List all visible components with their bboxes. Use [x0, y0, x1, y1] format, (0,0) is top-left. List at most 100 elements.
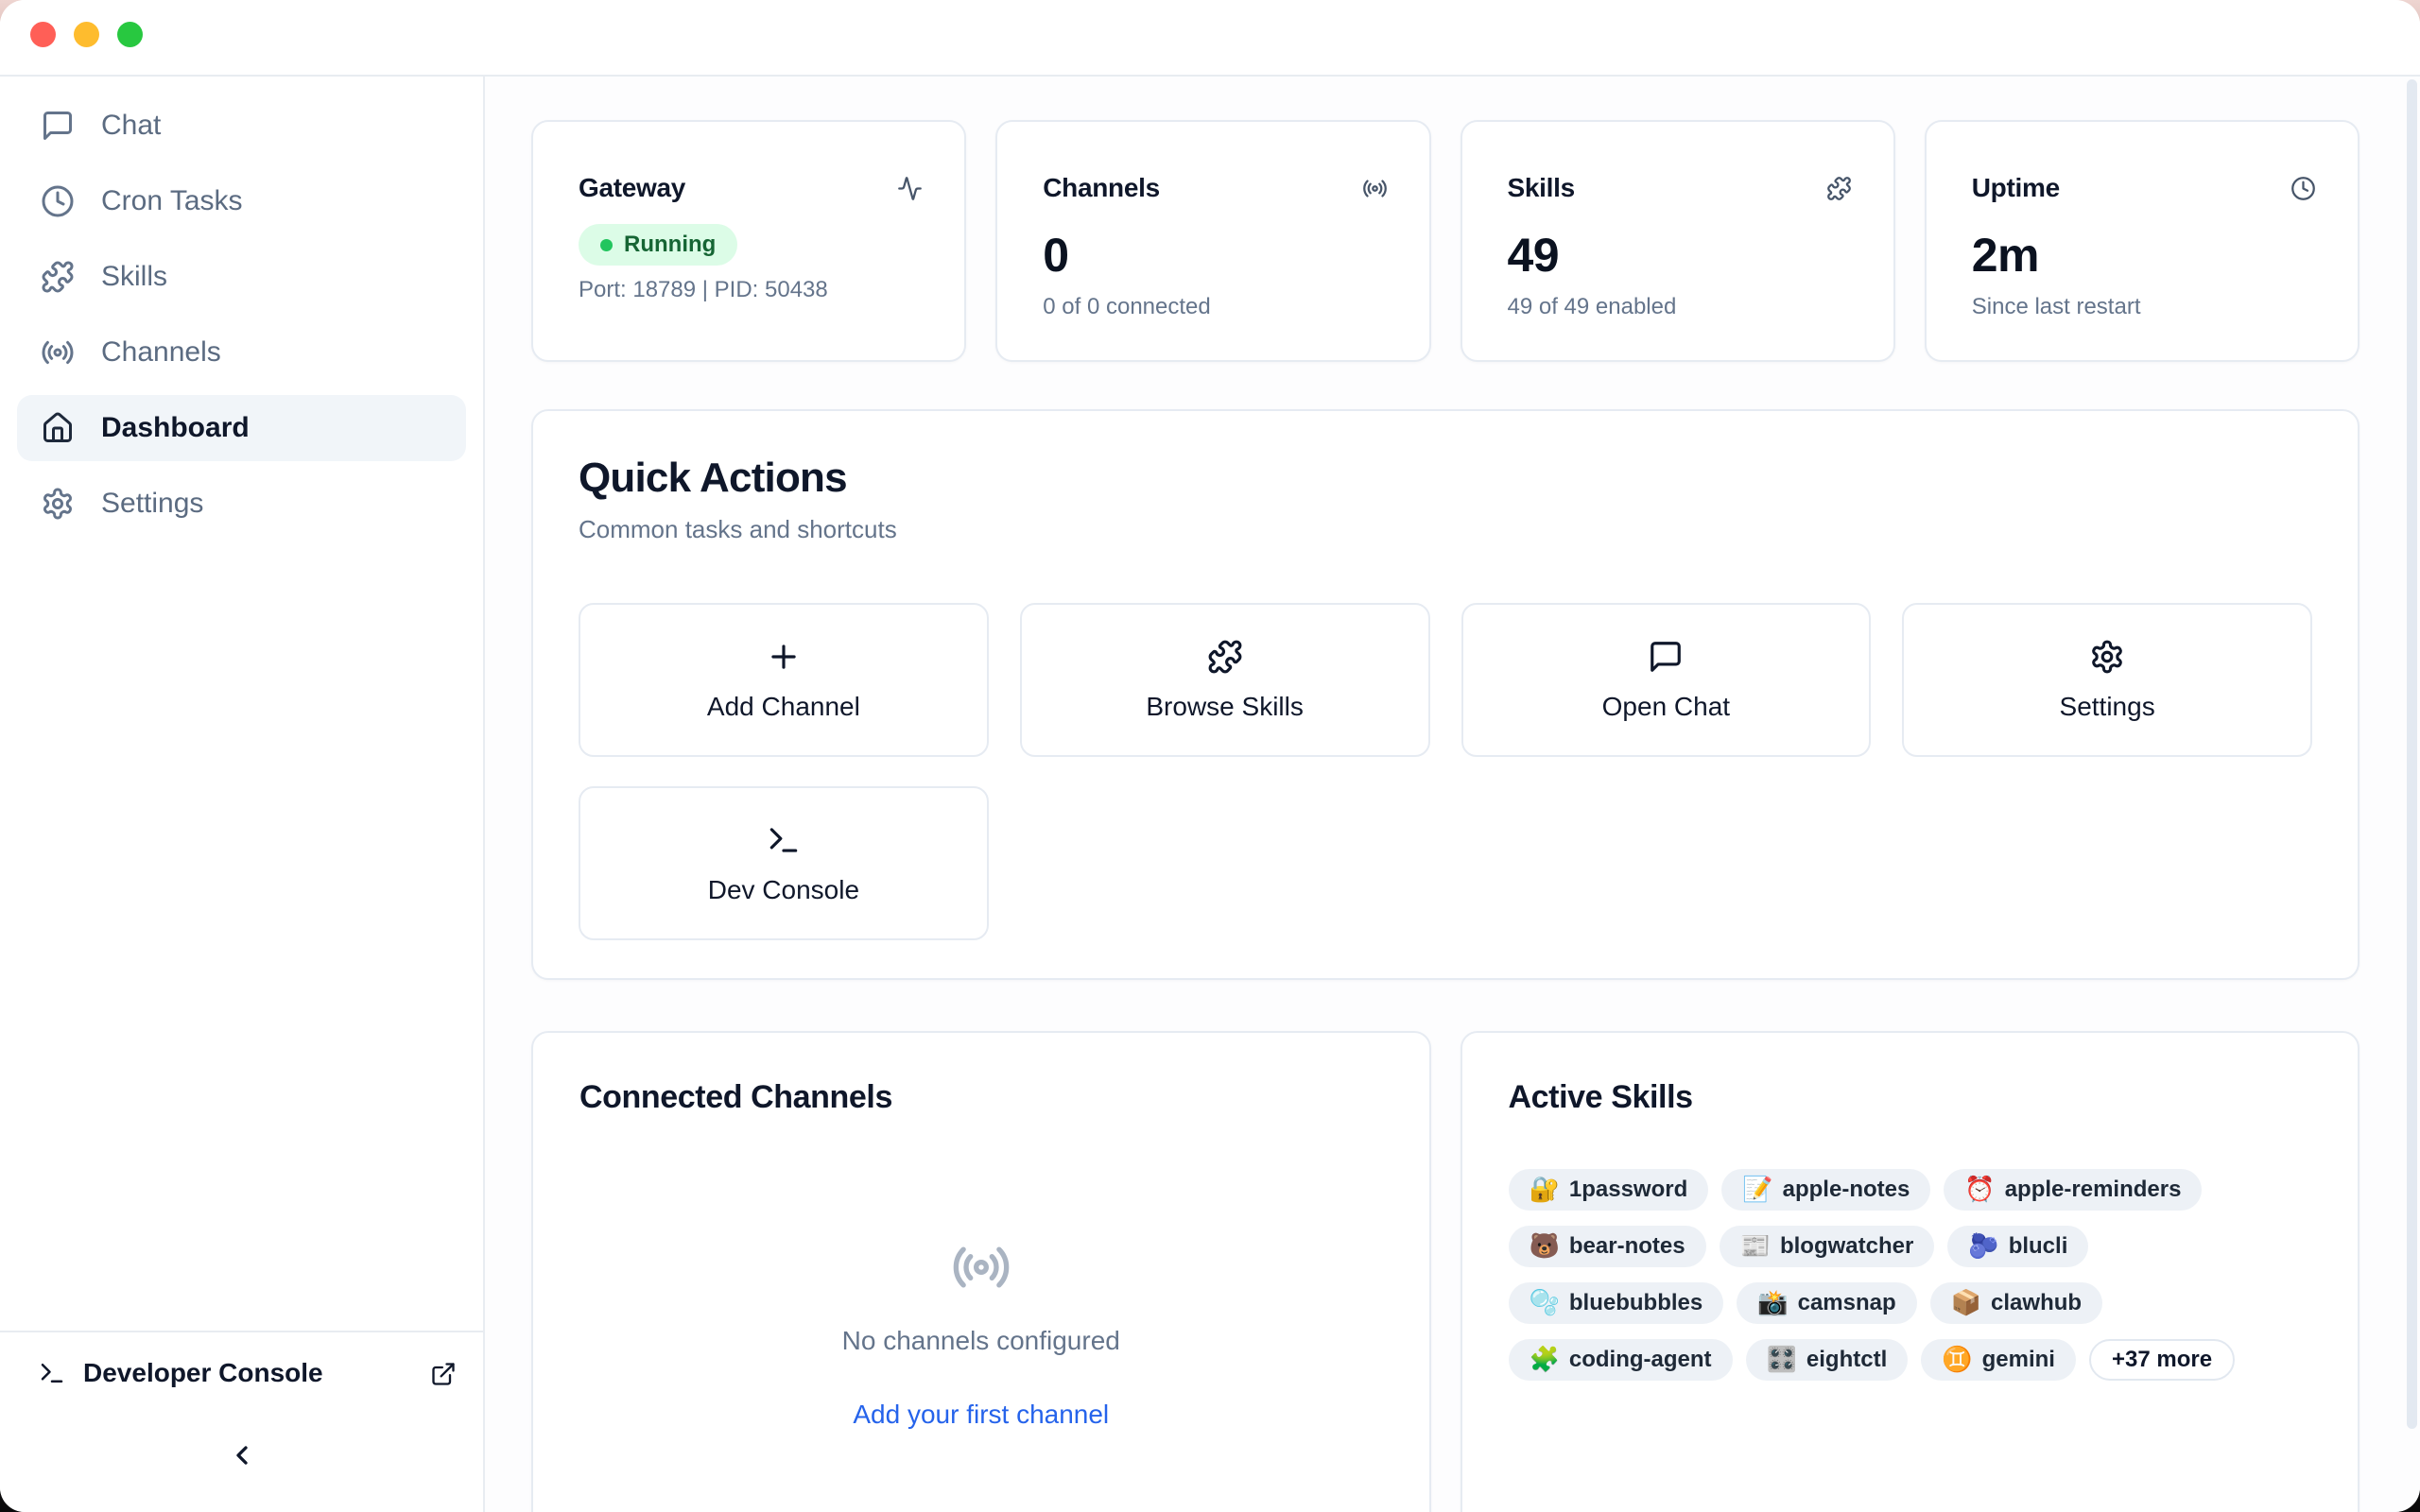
skill-emoji-icon: 🫐 — [1968, 1234, 1998, 1259]
skill-label: blogwatcher — [1780, 1233, 1913, 1260]
stats-row: Gateway Running Port: 18789 | PID: 50438… — [531, 120, 2360, 362]
quick-action-label: Open Chat — [1602, 692, 1730, 722]
stat-title: Gateway — [579, 173, 685, 203]
skill-chip[interactable]: 🐻 bear-notes — [1509, 1226, 1706, 1267]
skill-label: clawhub — [1991, 1290, 2082, 1316]
quick-actions-grid: Add Channel Browse Skills Open Chat Sett… — [579, 603, 2312, 940]
settings-button[interactable]: Settings — [1902, 603, 2312, 757]
stat-card-uptime: Uptime 2m Since last restart — [1925, 120, 2360, 362]
sidebar: Chat Cron Tasks Skills Channels Dashboar… — [0, 77, 485, 1512]
active-skills-title: Active Skills — [1509, 1079, 2312, 1116]
close-button[interactable] — [30, 22, 56, 47]
stat-title: Uptime — [1972, 173, 2060, 203]
stat-value: 49 — [1508, 228, 1852, 283]
sidebar-item-channels[interactable]: Channels — [17, 319, 466, 386]
skill-emoji-icon: 🔐 — [1530, 1177, 1560, 1202]
skill-label: 1password — [1569, 1177, 1687, 1203]
quick-action-label: Browse Skills — [1146, 692, 1303, 722]
settings-icon — [2089, 639, 2125, 675]
stat-value: 2m — [1972, 228, 2316, 283]
skill-label: camsnap — [1798, 1290, 1896, 1316]
skill-chip[interactable]: ♊️ gemini — [1921, 1339, 2076, 1381]
stat-subtext: 49 of 49 enabled — [1508, 294, 1852, 320]
collapse-sidebar-button[interactable] — [223, 1436, 261, 1474]
skill-chip[interactable]: ⏰ apple-reminders — [1944, 1169, 2202, 1211]
quick-action-label: Dev Console — [708, 875, 859, 905]
status-badge: Running — [579, 224, 737, 266]
quick-action-label: Add Channel — [707, 692, 860, 722]
stat-value: 0 — [1043, 228, 1387, 283]
skill-label: gemini — [1982, 1347, 2055, 1373]
home-icon — [41, 411, 75, 445]
connected-channels-title: Connected Channels — [579, 1079, 1383, 1116]
sidebar-item-settings[interactable]: Settings — [17, 471, 466, 537]
more-skills-button[interactable]: +37 more — [2089, 1339, 2235, 1381]
open-chat-button[interactable]: Open Chat — [1461, 603, 1872, 757]
clock-icon — [2290, 176, 2316, 201]
connected-channels-card: Connected Channels No channels configure… — [531, 1031, 1431, 1512]
activity-icon — [897, 176, 923, 201]
collapse-row — [0, 1436, 483, 1474]
sidebar-nav: Chat Cron Tasks Skills Channels Dashboar… — [0, 77, 483, 546]
skill-chip[interactable]: 🫧 bluebubbles — [1509, 1282, 1724, 1324]
open-external-button[interactable] — [430, 1360, 457, 1386]
skill-chip[interactable]: 🧩 coding-agent — [1509, 1339, 1733, 1381]
puzzle-icon — [1826, 176, 1852, 201]
skill-chip[interactable]: 🎛️ eightctl — [1746, 1339, 1909, 1381]
quick-actions-title: Quick Actions — [579, 455, 2312, 502]
skill-emoji-icon: 🫧 — [1530, 1291, 1560, 1315]
add-channel-button[interactable]: Add Channel — [579, 603, 989, 757]
sidebar-footer: Developer Console — [0, 1331, 483, 1512]
skill-chip[interactable]: 🔐 1password — [1509, 1169, 1709, 1211]
skill-emoji-icon: 📦 — [1951, 1291, 1981, 1315]
sidebar-item-label: Channels — [101, 336, 221, 369]
stat-title: Skills — [1508, 173, 1575, 203]
stat-subtext: Port: 18789 | PID: 50438 — [579, 277, 923, 303]
sidebar-item-chat[interactable]: Chat — [17, 93, 466, 159]
browse-skills-button[interactable]: Browse Skills — [1020, 603, 1430, 757]
zoom-button[interactable] — [117, 22, 143, 47]
radio-icon — [951, 1237, 1011, 1297]
puzzle-icon — [41, 260, 75, 294]
skill-label: bluebubbles — [1569, 1290, 1703, 1316]
titlebar[interactable] — [0, 0, 2420, 77]
skill-chip[interactable]: 📸 camsnap — [1737, 1282, 1916, 1324]
dev-console-button[interactable]: Dev Console — [579, 786, 989, 940]
skill-chip[interactable]: 📝 apple-notes — [1721, 1169, 1930, 1211]
skill-label: apple-notes — [1783, 1177, 1910, 1203]
skill-label: coding-agent — [1569, 1347, 1712, 1373]
main-content: Gateway Running Port: 18789 | PID: 50438… — [485, 77, 2420, 1512]
scrollbar[interactable] — [2407, 79, 2417, 1429]
sidebar-item-skills[interactable]: Skills — [17, 244, 466, 310]
stat-card-gateway: Gateway Running Port: 18789 | PID: 50438 — [531, 120, 966, 362]
puzzle-icon — [1207, 639, 1243, 675]
empty-state-text: No channels configured — [842, 1326, 1120, 1356]
skill-chip[interactable]: 📰 blogwatcher — [1720, 1226, 1935, 1267]
skill-emoji-icon: 📝 — [1742, 1177, 1772, 1202]
skill-chips: 🔐 1password 📝 apple-notes ⏰ apple-remind… — [1509, 1169, 2312, 1381]
stat-subtext: Since last restart — [1972, 294, 2316, 320]
add-first-channel-link[interactable]: Add your first channel — [853, 1400, 1109, 1430]
status-dot-icon — [600, 239, 613, 251]
minimize-button[interactable] — [74, 22, 99, 47]
developer-console-row[interactable]: Developer Console — [0, 1332, 483, 1414]
skill-emoji-icon: ⏰ — [1964, 1177, 1995, 1202]
settings-icon — [41, 487, 75, 521]
quick-action-label: Settings — [2060, 692, 2155, 722]
sidebar-item-label: Settings — [101, 488, 203, 520]
skill-label: bear-notes — [1569, 1233, 1685, 1260]
plus-icon — [766, 639, 802, 675]
clock-icon — [41, 184, 75, 218]
stat-card-channels: Channels 0 0 of 0 connected — [995, 120, 1430, 362]
active-skills-card: Active Skills 🔐 1password 📝 apple-notes — [1461, 1031, 2360, 1512]
sidebar-item-dashboard[interactable]: Dashboard — [17, 395, 466, 461]
sidebar-item-cron-tasks[interactable]: Cron Tasks — [17, 168, 466, 234]
skill-label: eightctl — [1806, 1347, 1887, 1373]
skill-emoji-icon: 📸 — [1757, 1291, 1788, 1315]
sidebar-item-label: Cron Tasks — [101, 185, 243, 217]
skill-emoji-icon: 🐻 — [1530, 1234, 1560, 1259]
developer-console-label: Developer Console — [83, 1358, 413, 1388]
skill-chip[interactable]: 📦 clawhub — [1930, 1282, 2102, 1324]
chevron-left-icon — [227, 1440, 257, 1470]
skill-chip[interactable]: 🫐 blucli — [1947, 1226, 2088, 1267]
